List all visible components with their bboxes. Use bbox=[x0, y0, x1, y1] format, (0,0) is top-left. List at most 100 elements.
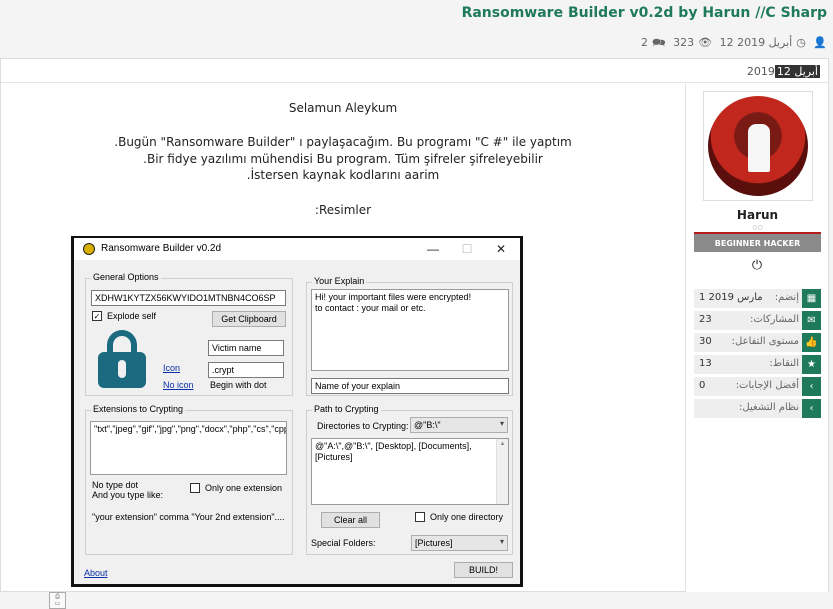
dirs-combo: @"B:\" ▾ bbox=[410, 417, 508, 433]
path-group: Path to Crypting Directories to Crypting… bbox=[306, 404, 513, 555]
thread-meta: 2 🗪 323 👁 12 أبريل 2019 ◷ 👤 bbox=[637, 34, 827, 53]
lock-icon bbox=[98, 330, 146, 388]
explain-textarea: Hi! your important files were encrypted!… bbox=[311, 289, 509, 371]
chevron-down-icon: ▾ bbox=[499, 419, 504, 428]
extension-field: .crypt bbox=[208, 362, 284, 378]
star-icon: ★ bbox=[802, 355, 821, 374]
extension-example: "your extension" comma "Your 2nd extensi… bbox=[92, 512, 285, 522]
stat-row-os[interactable]: نظام التشغيل: ‹ bbox=[694, 399, 821, 418]
key-field: XDHW1KYTZX56KWYIDO1MTNBN4CO6SP bbox=[91, 290, 286, 306]
stat-label: نظام التشغيل: bbox=[739, 402, 799, 413]
print-icon[interactable]: ⎙ ▭ bbox=[49, 592, 66, 609]
stat-row-joined: 1 مارس 2019 إنضم: ▦ bbox=[694, 289, 821, 308]
stat-row-points: 13 النقاط: ★ bbox=[694, 355, 821, 374]
special-combo-value: [Pictures] bbox=[415, 538, 453, 548]
stat-label: المشاركات: bbox=[750, 314, 799, 325]
window-title: Ransomware Builder v0.2d bbox=[101, 243, 222, 254]
clear-all-button: Clear all bbox=[321, 512, 380, 528]
explain-group: Your Explain Hi! your important files we… bbox=[306, 276, 513, 396]
post-date-year: 2019 bbox=[746, 65, 775, 78]
minimize-icon: — bbox=[427, 242, 439, 256]
about-link: About bbox=[84, 568, 108, 578]
chevron-icon[interactable]: ‹ bbox=[802, 399, 821, 418]
paths-scrollbar: ▲▼ bbox=[496, 439, 508, 504]
close-icon: ✕ bbox=[495, 242, 507, 256]
explain-line: to contact : your mail or etc. bbox=[315, 303, 426, 313]
post-content: Selamun Aleykum .Bugün "Ransomware Build… bbox=[1, 84, 685, 609]
thread-date: 12 أبريل 2019 bbox=[719, 36, 793, 49]
stat-value: 0 bbox=[699, 380, 706, 391]
chat-icon: 🗪 bbox=[651, 36, 666, 49]
chat-icon: ✉ bbox=[802, 311, 821, 330]
window-titlebar: Ransomware Builder v0.2d — ☐ ✕ bbox=[74, 238, 520, 260]
build-button: BUILD! bbox=[454, 562, 513, 578]
get-clipboard-button: Get Clipboard bbox=[212, 311, 286, 327]
post-date-highlight: 12 أبريل bbox=[774, 65, 820, 78]
stat-row-posts: 23 المشاركات: ✉ bbox=[694, 311, 821, 330]
group-title: Path to Crypting bbox=[312, 404, 381, 414]
user-icon: 👤 bbox=[813, 36, 827, 49]
power-icon: ⏻ bbox=[751, 258, 763, 273]
author-sidebar: Harun ○○ BEGINNER HACKER ⏻ 1 مارس 2019 إ… bbox=[685, 84, 828, 592]
extensions-textarea: "txt","jpeg","gif","jpg","png","docx","p… bbox=[90, 421, 287, 475]
dirs-combo-value: @"B:\" bbox=[414, 420, 441, 430]
username[interactable]: Harun bbox=[686, 208, 829, 222]
app-screenshot[interactable]: Ransomware Builder v0.2d — ☐ ✕ General O… bbox=[71, 236, 523, 587]
post-line: .İstersen kaynak kodlarını aarim bbox=[246, 168, 440, 182]
post-date[interactable]: 2019 12 أبريل bbox=[747, 65, 820, 78]
special-folders-label: Special Folders: bbox=[311, 538, 376, 548]
thread-title[interactable]: Ransomware Builder v0.2d by Harun //C Sh… bbox=[462, 5, 827, 21]
extensions-group: Extensions to Crypting "txt","jpeg","gif… bbox=[85, 404, 293, 555]
no-type-dot-label: No type dot bbox=[92, 480, 139, 490]
only-one-dir-label: Only one directory bbox=[430, 512, 504, 522]
avatar[interactable] bbox=[708, 96, 808, 196]
only-one-ext-label: Only one extension bbox=[205, 483, 283, 493]
group-title: Extensions to Crypting bbox=[91, 404, 186, 414]
post-line: :Resimler bbox=[314, 203, 372, 217]
victim-name-field: Victim name bbox=[208, 340, 284, 356]
explode-label: Explode self bbox=[107, 311, 157, 321]
paths-text: @"A:\",@"B:\", [Desktop], [Documents], [… bbox=[315, 441, 472, 462]
stat-row-best-answers[interactable]: 0 أفضل الإجابات: ‹ bbox=[694, 377, 821, 396]
stat-value: 1 مارس 2019 bbox=[699, 292, 763, 303]
calendar-icon: ▦ bbox=[802, 289, 821, 308]
paths-textarea: @"A:\",@"B:\", [Desktop], [Documents], [… bbox=[311, 438, 509, 505]
no-icon-link: No icon bbox=[163, 380, 194, 390]
begin-dot-label: Begin with dot bbox=[210, 380, 267, 390]
explain-line: Hi! your important files were encrypted! bbox=[315, 292, 472, 302]
group-title: Your Explain bbox=[312, 276, 367, 286]
replies-count: 2 bbox=[640, 36, 648, 49]
post-header: 2019 12 أبريل bbox=[1, 59, 828, 83]
explode-checkbox: ✓ bbox=[92, 311, 102, 321]
views-count: 323 bbox=[673, 36, 695, 49]
rank-badge: BEGINNER HACKER bbox=[694, 232, 821, 252]
post-line: Selamun Aleykum bbox=[288, 101, 398, 115]
radiation-icon bbox=[83, 243, 95, 255]
only-one-dir-checkbox bbox=[415, 512, 425, 522]
eye-icon: 👁 bbox=[698, 36, 713, 49]
icon-link: Icon bbox=[163, 363, 181, 373]
special-folders-combo: [Pictures] ▾ bbox=[411, 535, 508, 551]
thumbs-up-icon: 👍 bbox=[802, 333, 821, 352]
post: 2019 12 أبريل Selamun Aleykum .Bugün "Ran… bbox=[0, 58, 829, 609]
dirs-label: Directories to Crypting: bbox=[317, 421, 409, 431]
avatar-frame[interactable] bbox=[703, 91, 813, 201]
stat-label: أفضل الإجابات: bbox=[735, 380, 799, 391]
stat-label: مستوى التفاعل: bbox=[731, 336, 799, 347]
post-line: .Bugün "Ransomware Builder" ı paylaşacağ… bbox=[114, 135, 572, 149]
stat-label: إنضم: bbox=[774, 292, 799, 303]
stat-value: 30 bbox=[699, 336, 712, 347]
thread-header: Ransomware Builder v0.2d by Harun //C Sh… bbox=[0, 0, 833, 58]
type-like-label: And you type like: bbox=[92, 490, 164, 500]
explain-name-field: Name of your explain bbox=[311, 378, 509, 394]
stat-label: النقاط: bbox=[769, 358, 799, 369]
post-line: .Bir fidye yazılımı mühendisi Bu program… bbox=[143, 152, 543, 166]
stat-value: 23 bbox=[699, 314, 712, 325]
chevron-icon[interactable]: ‹ bbox=[802, 377, 821, 396]
clock-icon: ◷ bbox=[796, 36, 806, 49]
group-title: General Options bbox=[91, 272, 161, 282]
chevron-down-icon: ▾ bbox=[499, 537, 504, 546]
stat-value: 13 bbox=[699, 358, 712, 369]
only-one-ext-checkbox bbox=[190, 483, 200, 493]
stat-row-reactions: 30 مستوى التفاعل: 👍 bbox=[694, 333, 821, 352]
